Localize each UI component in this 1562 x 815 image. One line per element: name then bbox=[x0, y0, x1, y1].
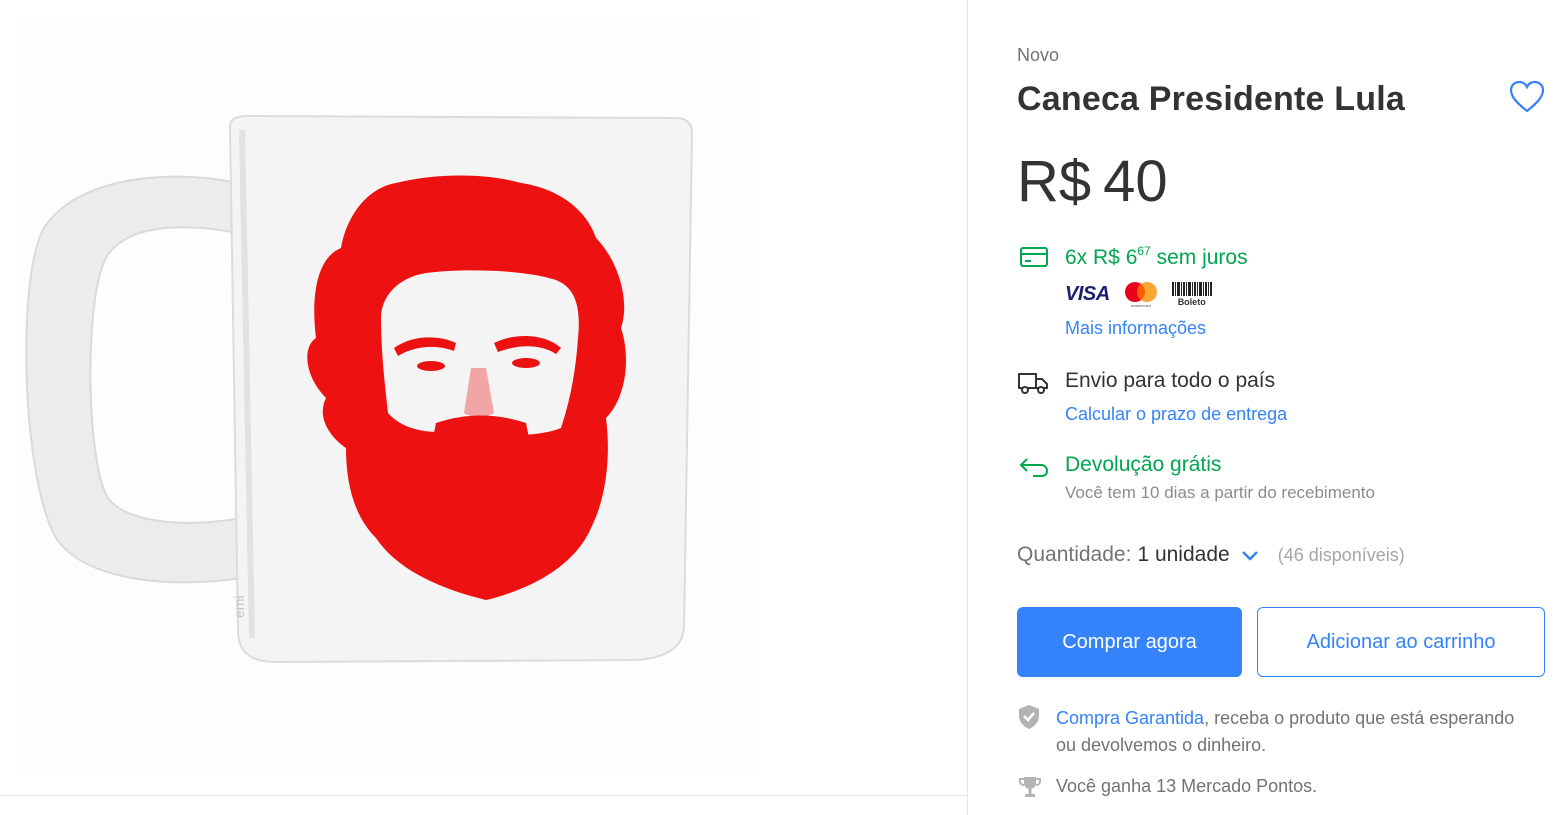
product-condition: Novo bbox=[1017, 45, 1060, 65]
barcode-icon bbox=[1171, 281, 1212, 296]
boleto-logo: Boleto bbox=[1171, 281, 1212, 307]
product-price: R$ 40 bbox=[1017, 148, 1168, 215]
free-return-subtitle: Você tem 10 dias a partir do recebimento bbox=[1065, 483, 1375, 502]
credit-card-icon bbox=[1020, 247, 1048, 267]
boleto-label: Boleto bbox=[1177, 296, 1206, 307]
quantity-label: Quantidade: bbox=[1017, 543, 1132, 566]
trophy-icon bbox=[1019, 777, 1041, 797]
free-return-title: Devolução grátis bbox=[1065, 453, 1222, 476]
buy-box: Novo Caneca Presidente Lula R$ 40 6x R$ 6… bbox=[1017, 0, 1547, 815]
quantity-selector[interactable]: Quantidade: 1 unidade (46 disponíveis) bbox=[1017, 543, 1405, 567]
purchase-guarantee-link[interactable]: Compra Garantida bbox=[1056, 708, 1204, 728]
quantity-value[interactable]: 1 unidade bbox=[1137, 543, 1229, 567]
buy-now-button[interactable]: Comprar agora bbox=[1017, 607, 1242, 677]
product-image[interactable]: emi bbox=[16, 18, 760, 770]
shield-check-icon bbox=[1019, 705, 1039, 729]
panel-divider bbox=[967, 0, 968, 815]
product-title: Caneca Presidente Lula bbox=[1017, 80, 1405, 118]
add-to-cart-button[interactable]: Adicionar ao carrinho bbox=[1257, 607, 1545, 677]
gallery-bottom-divider bbox=[0, 795, 967, 796]
installments-prefix: 6x R$ 6 bbox=[1065, 246, 1138, 269]
purchase-guarantee: Compra Garantida, receba o produto que e… bbox=[1056, 705, 1526, 759]
return-arrow-icon bbox=[1020, 458, 1049, 477]
installments-suffix: sem juros bbox=[1150, 246, 1248, 269]
svg-text:mastercard: mastercard bbox=[1131, 303, 1151, 308]
truck-icon bbox=[1018, 373, 1048, 394]
mastercard-logo: mastercard bbox=[1124, 282, 1157, 308]
chevron-down-icon[interactable] bbox=[1240, 549, 1260, 563]
mercado-points: Você ganha 13 Mercado Pontos. bbox=[1056, 776, 1318, 796]
payment-methods: VISA mastercard Boleto bbox=[1065, 278, 1212, 310]
price-value: 40 bbox=[1103, 149, 1168, 214]
gallery-panel: emi bbox=[0, 0, 968, 815]
calculate-delivery-link[interactable]: Calcular o prazo de entrega bbox=[1065, 404, 1287, 425]
shipping-title: Envio para todo o país bbox=[1065, 369, 1276, 392]
price-currency: R$ bbox=[1017, 149, 1092, 214]
installments-text: 6x R$ 667 sem juros bbox=[1065, 244, 1248, 270]
installments-cents: 67 bbox=[1137, 244, 1151, 258]
favorite-heart-icon[interactable] bbox=[1509, 80, 1545, 114]
quantity-available: (46 disponíveis) bbox=[1277, 544, 1405, 565]
visa-logo: VISA bbox=[1065, 282, 1110, 305]
svg-text:emi: emi bbox=[231, 595, 247, 618]
more-info-link[interactable]: Mais informações bbox=[1065, 318, 1206, 339]
